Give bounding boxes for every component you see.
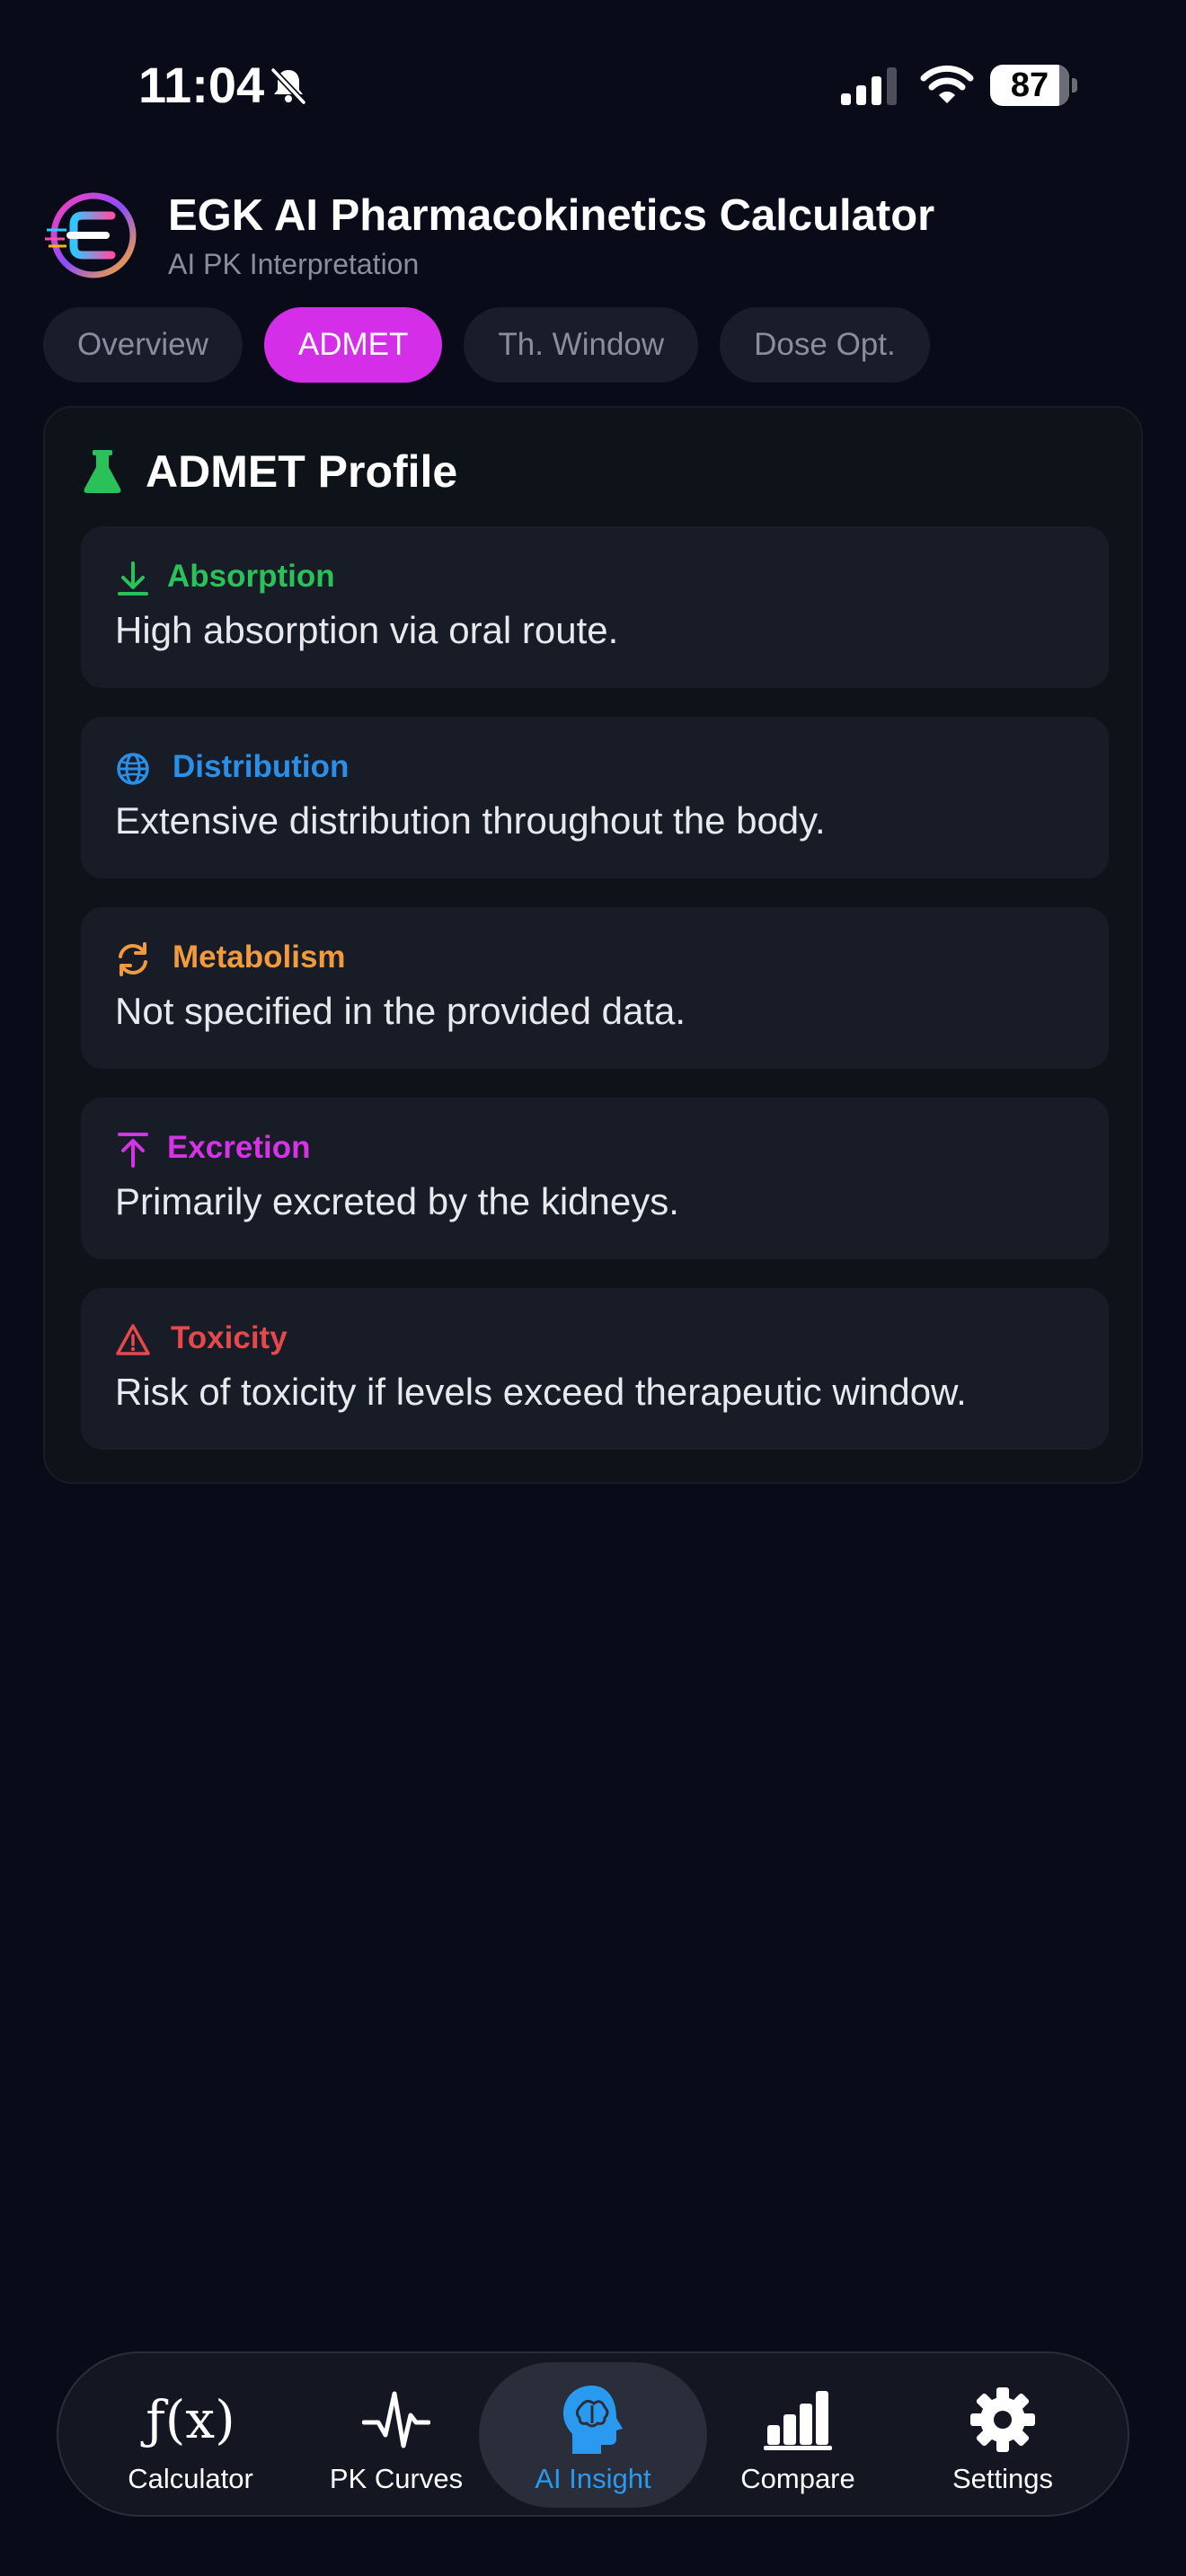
tab-overview[interactable]: Overview [43, 307, 243, 383]
card-title: ADMET Profile [146, 446, 458, 497]
admet-item-text: High absorption via oral route. [115, 609, 619, 651]
function-icon: ƒ(x) [146, 2386, 235, 2454]
tab-therapeutic-window[interactable]: Th. Window [464, 307, 699, 383]
tab-bar: Overview ADMET Th. Window Dose Opt. [43, 307, 930, 383]
admet-item-text: Not specified in the provided data. [115, 990, 686, 1032]
function-icon-glyph: ƒ(x) [146, 2389, 235, 2450]
nav-ai-insight[interactable]: AI Insight [479, 2362, 707, 2508]
app-subtitle: AI PK Interpretation [168, 248, 420, 280]
bell-slash-icon [270, 67, 306, 105]
admet-profile-card: ADMET Profile Absorption High absorption… [43, 406, 1143, 1484]
nav-settings[interactable]: Settings [889, 2362, 1117, 2508]
nav-label: Calculator [128, 2463, 253, 2494]
warning-triangle-icon [116, 1324, 150, 1355]
app-title: EGK AI Pharmacokinetics Calculator [168, 191, 935, 240]
tab-admet[interactable]: ADMET [263, 307, 443, 383]
arrow-down-to-line-icon [118, 561, 148, 595]
admet-item-toxicity: Toxicity Risk of toxicity if levels exce… [81, 1288, 1109, 1450]
nav-calculator[interactable]: ƒ(x) Calculator [76, 2362, 305, 2508]
nav-compare[interactable]: Compare [684, 2362, 912, 2508]
wifi-icon [920, 65, 974, 103]
battery-icon: 87 [990, 65, 1078, 106]
gear-icon [967, 2386, 1039, 2454]
status-time: 11:04 [138, 57, 265, 113]
admet-item-text: Primarily excreted by the kidneys. [115, 1180, 679, 1222]
nav-label: AI Insight [535, 2463, 651, 2494]
app-header: EGK AI Pharmacokinetics Calculator AI PK… [43, 189, 1148, 287]
refresh-icon [119, 942, 147, 976]
admet-item-metabolism: Metabolism Not specified in the provided… [81, 907, 1109, 1069]
nav-label: Settings [951, 2463, 1053, 2494]
admet-item-label: Excretion [167, 1130, 311, 1165]
nav-label: Compare [740, 2463, 855, 2494]
admet-item-label: Metabolism [173, 940, 346, 975]
globe-icon [117, 753, 149, 785]
waveform-icon [360, 2386, 432, 2454]
status-bar: 11:04 87 [0, 0, 1186, 171]
nav-label: PK Curves [329, 2463, 464, 2494]
admet-item-excretion: Excretion Primarily excreted by the kidn… [81, 1098, 1109, 1259]
battery-cap [1072, 78, 1077, 93]
admet-item-label: Toxicity [171, 1320, 288, 1355]
bottom-nav: ƒ(x) Calculator PK Curves AI Insight Com… [57, 2351, 1129, 2517]
egk-logo-icon [45, 192, 137, 278]
battery-level: 87 [1010, 66, 1049, 104]
nav-pk-curves[interactable]: PK Curves [282, 2362, 510, 2508]
admet-item-text: Extensive distribution throughout the bo… [115, 799, 826, 842]
admet-item-label: Absorption [167, 559, 335, 594]
tab-dose-optimization[interactable]: Dose Opt. [720, 307, 930, 383]
bar-chart-icon [762, 2386, 834, 2454]
admet-item-label: Distribution [173, 749, 350, 784]
battery-body: 87 [990, 65, 1069, 106]
admet-item-text: Risk of toxicity if levels exceed therap… [115, 1371, 967, 1413]
cellular-signal-icon [841, 67, 897, 105]
arrow-up-from-line-icon [118, 1133, 148, 1168]
admet-item-distribution: Distribution Extensive distribution thro… [81, 717, 1109, 878]
admet-item-absorption: Absorption High absorption via oral rout… [81, 526, 1109, 688]
flask-icon [84, 450, 121, 493]
brain-head-icon [557, 2386, 629, 2454]
